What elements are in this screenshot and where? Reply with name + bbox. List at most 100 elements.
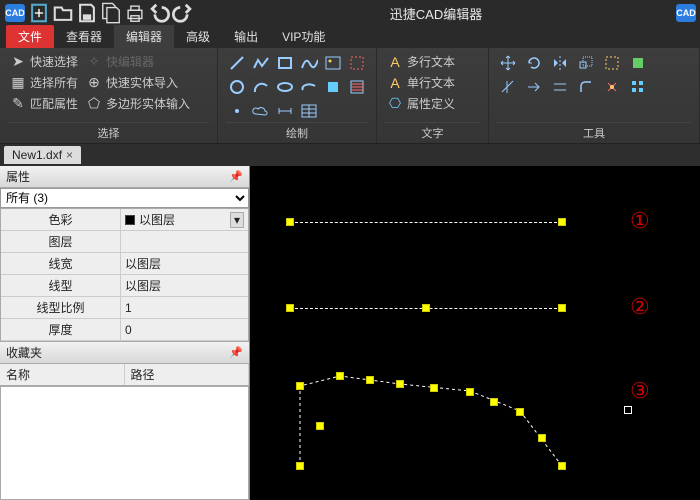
dim-icon[interactable]: [274, 100, 296, 122]
block-icon[interactable]: [322, 76, 344, 98]
array-icon[interactable]: [627, 76, 649, 98]
prop-row-layer[interactable]: 图层: [1, 231, 248, 253]
prop-row-color[interactable]: 色彩以图层▾: [1, 209, 248, 231]
ellipse-icon[interactable]: [274, 76, 296, 98]
import-icon: ⊕: [86, 75, 102, 91]
grip[interactable]: [430, 384, 438, 392]
save-icon[interactable]: [76, 2, 98, 24]
entity-line[interactable]: [290, 222, 562, 223]
attdef-icon: ⎔: [387, 96, 403, 112]
grip[interactable]: [466, 388, 474, 396]
fav-title: 收藏夹: [6, 344, 42, 361]
stext-button[interactable]: A单行文本: [385, 73, 457, 92]
rotate-icon[interactable]: [523, 52, 545, 74]
move-icon[interactable]: [497, 52, 519, 74]
tab-advanced[interactable]: 高级: [174, 25, 222, 48]
explode-icon[interactable]: [601, 76, 623, 98]
grip[interactable]: [490, 398, 498, 406]
cloud-icon[interactable]: [250, 100, 272, 122]
tab-vip[interactable]: VIP功能: [270, 25, 337, 48]
prop-row-thickness[interactable]: 厚度0: [1, 319, 248, 341]
grip[interactable]: [286, 304, 294, 312]
grip[interactable]: [336, 372, 344, 380]
table-icon[interactable]: [298, 100, 320, 122]
main-area: 属性 📌 所有 (3) 色彩以图层▾ 图层 线宽以图层 线型以图层 线型比例1 …: [0, 166, 700, 500]
grip[interactable]: [558, 304, 566, 312]
redo-icon[interactable]: [172, 2, 194, 24]
group-label-text: 文字: [385, 122, 480, 141]
props-filter-select[interactable]: 所有 (3): [0, 188, 249, 208]
extend-icon[interactable]: [523, 76, 545, 98]
offset-icon[interactable]: [549, 76, 571, 98]
image-icon[interactable]: [322, 52, 344, 74]
open-icon[interactable]: [52, 2, 74, 24]
spline-icon[interactable]: [298, 52, 320, 74]
mirror-icon[interactable]: [549, 52, 571, 74]
title-bar: CAD 迅捷CAD编辑器 CAD: [0, 0, 700, 26]
grip[interactable]: [286, 218, 294, 226]
mtext-button[interactable]: A多行文本: [385, 52, 457, 71]
pin-icon[interactable]: 📌: [229, 170, 243, 183]
tab-file[interactable]: 文件: [6, 25, 54, 48]
grip[interactable]: [296, 462, 304, 470]
prop-row-lineweight[interactable]: 线宽以图层: [1, 253, 248, 275]
rect-icon[interactable]: [274, 52, 296, 74]
tab-editor[interactable]: 编辑器: [114, 25, 174, 48]
close-icon[interactable]: ×: [66, 148, 73, 162]
trim-icon[interactable]: [497, 76, 519, 98]
block-tool-icon[interactable]: [627, 52, 649, 74]
new-icon[interactable]: [28, 2, 50, 24]
circle-icon[interactable]: [226, 76, 248, 98]
stext-icon: A: [387, 75, 403, 91]
favorites: 名称 路径: [0, 364, 249, 500]
fav-list[interactable]: [0, 386, 249, 500]
arc-icon[interactable]: [250, 76, 272, 98]
ribbon-group-text: A多行文本 A单行文本 ⎔属性定义 文字: [377, 48, 489, 143]
group-label-select: 选择: [8, 122, 209, 141]
doc-tab[interactable]: New1.dxf ×: [4, 146, 81, 164]
grip[interactable]: [396, 380, 404, 388]
fav-col-name: 名称: [0, 364, 125, 385]
scale-icon[interactable]: [575, 52, 597, 74]
print-icon[interactable]: [124, 2, 146, 24]
drawing-canvas[interactable]: ① ② ③: [250, 166, 700, 500]
pin-icon[interactable]: 📌: [229, 346, 243, 359]
grip[interactable]: [296, 382, 304, 390]
quick-import-button[interactable]: ⊕快速实体导入: [84, 73, 192, 92]
grip[interactable]: [422, 304, 430, 312]
grip[interactable]: [316, 422, 324, 430]
select-icon[interactable]: [601, 52, 623, 74]
poly-input-button[interactable]: ⬠多边形实体输入: [84, 94, 192, 113]
doc-tab-bar: New1.dxf ×: [0, 144, 700, 166]
tab-viewer[interactable]: 查看器: [54, 25, 114, 48]
select-all-icon: ▦: [10, 75, 26, 91]
cursor-icon: ➤: [10, 54, 26, 70]
chevron-down-icon[interactable]: ▾: [230, 212, 244, 228]
entity-icon[interactable]: [346, 52, 368, 74]
ribbon-group-draw: 绘制: [218, 48, 377, 143]
annotation-number: ③: [630, 378, 650, 404]
hatch-icon[interactable]: [346, 76, 368, 98]
doc-tab-label: New1.dxf: [12, 148, 62, 162]
attdef-button[interactable]: ⎔属性定义: [385, 94, 457, 113]
mtext-icon: A: [387, 54, 403, 70]
grip[interactable]: [558, 218, 566, 226]
saveall-icon[interactable]: [100, 2, 122, 24]
ellipse-arc-icon[interactable]: [298, 76, 320, 98]
quick-select-button[interactable]: ➤快速选择: [8, 52, 80, 71]
grip[interactable]: [558, 462, 566, 470]
grip[interactable]: [538, 434, 546, 442]
undo-icon[interactable]: [148, 2, 170, 24]
select-all-button[interactable]: ▦选择所有: [8, 73, 80, 92]
tab-output[interactable]: 输出: [222, 25, 270, 48]
fillet-icon[interactable]: [575, 76, 597, 98]
polyline-icon[interactable]: [250, 52, 272, 74]
prop-row-ltscale[interactable]: 线型比例1: [1, 297, 248, 319]
match-props-button[interactable]: ✎匹配属性: [8, 94, 80, 113]
line-icon[interactable]: [226, 52, 248, 74]
point-icon[interactable]: [226, 100, 248, 122]
grip[interactable]: [516, 408, 524, 416]
props-title: 属性: [6, 168, 30, 185]
grip[interactable]: [366, 376, 374, 384]
prop-row-linetype[interactable]: 线型以图层: [1, 275, 248, 297]
